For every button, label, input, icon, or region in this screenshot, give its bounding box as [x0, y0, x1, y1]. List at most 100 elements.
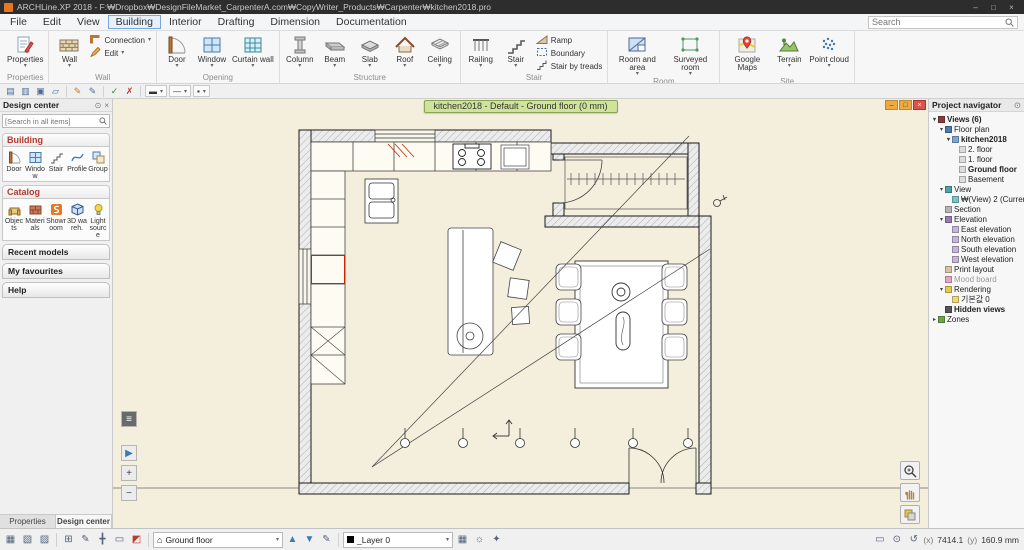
- ribbon-tool-roof[interactable]: Roof ▾: [388, 32, 422, 69]
- tree-item-zones[interactable]: ▸ Zones: [929, 314, 1024, 324]
- pin-icon[interactable]: ⊙: [95, 101, 102, 110]
- ribbon-tool-railing[interactable]: Railing ▾: [464, 32, 498, 69]
- tree-item-basement[interactable]: Basement: [929, 174, 1024, 184]
- pan-hand-button[interactable]: [900, 483, 920, 502]
- my-favourites-button[interactable]: My favourites: [2, 263, 110, 279]
- tree-item-elevation[interactable]: ▾ Elevation: [929, 214, 1024, 224]
- ribbon-tool-column[interactable]: Column ▾: [283, 32, 317, 69]
- dc-item-showroom[interactable]: Showroom: [46, 201, 66, 239]
- tree-item-section[interactable]: Section: [929, 204, 1024, 214]
- blue-pen-icon[interactable]: ✎: [86, 86, 99, 97]
- pen-color-select[interactable]: ▪ ▾: [193, 85, 210, 97]
- recent-models-button[interactable]: Recent models: [2, 244, 110, 260]
- ribbon-tool-curtain-wall[interactable]: Curtain wall ▾: [230, 32, 276, 69]
- tile-two-icon[interactable]: ▧: [20, 532, 35, 547]
- tree-item-1-floor[interactable]: 1. floor: [929, 154, 1024, 164]
- sparkle-icon[interactable]: ✦: [489, 532, 504, 547]
- search-input[interactable]: [872, 17, 1002, 27]
- tree-item-view-2[interactable]: ₩(View) 2 (Current vi: [929, 194, 1024, 204]
- ribbon-tool-edit[interactable]: Edit ▾: [87, 46, 153, 59]
- design-center-search-input[interactable]: [5, 116, 99, 126]
- red-pen-icon[interactable]: ✎: [71, 86, 84, 97]
- tree-item-floor-plan[interactable]: ▾ Floor plan: [929, 124, 1024, 134]
- ucs-icon[interactable]: ◩: [129, 532, 144, 547]
- view-restore-button[interactable]: □: [899, 100, 912, 110]
- menu-edit[interactable]: Edit: [35, 15, 69, 29]
- floor-down-button[interactable]: ▼: [302, 532, 317, 547]
- cancel-icon[interactable]: ✗: [123, 86, 136, 97]
- dc-item-window[interactable]: Window: [25, 149, 45, 180]
- ribbon-tool-slab[interactable]: Slab ▾: [353, 32, 387, 69]
- ribbon-tool-ceiling[interactable]: Ceiling ▾: [423, 32, 457, 69]
- menu-file[interactable]: File: [2, 15, 35, 29]
- help-button[interactable]: Help: [2, 282, 110, 298]
- copy-properties-icon[interactable]: ▱: [49, 86, 62, 97]
- ribbon-tool-google-maps[interactable]: Google Maps: [723, 32, 771, 77]
- tree-item-south-elevation[interactable]: South elevation: [929, 244, 1024, 254]
- zoom-in-button[interactable]: +: [121, 465, 137, 481]
- selection-box-icon[interactable]: ▭: [112, 532, 127, 547]
- ribbon-tool-properties[interactable]: Properties ▾: [5, 32, 45, 69]
- snap-grid-icon[interactable]: ⊞: [61, 532, 76, 547]
- section-building[interactable]: Building: [2, 133, 110, 146]
- view-close-button[interactable]: ×: [913, 100, 926, 110]
- tree-item-north-elevation[interactable]: North elevation: [929, 234, 1024, 244]
- layer-selector[interactable]: _Layer 0 ▾: [343, 531, 453, 548]
- ribbon-tool-ramp[interactable]: Ramp: [534, 34, 605, 46]
- tree-item-print-layout[interactable]: Print layout: [929, 264, 1024, 274]
- maximize-button[interactable]: □: [985, 3, 1002, 12]
- ribbon-tool-terrain[interactable]: Terrain ▾: [772, 32, 806, 69]
- ribbon-tool-room-and-area[interactable]: Room and area ▾: [611, 32, 663, 77]
- dc-item-stair[interactable]: Stair: [46, 149, 66, 180]
- dc-item-objects[interactable]: Objects: [4, 201, 24, 239]
- ribbon-tool-beam[interactable]: Beam ▾: [318, 32, 352, 69]
- ribbon-tool-wall[interactable]: Wall ▾: [52, 32, 86, 69]
- tile-four-icon[interactable]: ▨: [37, 532, 52, 547]
- tree-item-kitchen2018[interactable]: ▾ kitchen2018: [929, 134, 1024, 144]
- sun-icon[interactable]: ☼: [472, 532, 487, 547]
- line-weight-select[interactable]: — ▾: [169, 85, 192, 97]
- tree-item-render-default[interactable]: 기본값 0: [929, 294, 1024, 304]
- menu-dimension[interactable]: Dimension: [262, 15, 328, 29]
- zoom-out-button[interactable]: −: [121, 485, 137, 501]
- tracking-icon[interactable]: ⊙: [889, 532, 904, 547]
- ribbon-tool-stair-by-treads[interactable]: Stair by treads: [534, 60, 605, 72]
- layers-colors-button[interactable]: [900, 505, 920, 524]
- frame-icon[interactable]: ▭: [872, 532, 887, 547]
- line-style-select[interactable]: ▬ ▾: [145, 85, 168, 97]
- ribbon-tool-connection[interactable]: Connection ▾: [87, 34, 153, 46]
- section-catalog[interactable]: Catalog: [2, 185, 110, 198]
- design-center-search[interactable]: [2, 114, 110, 128]
- close-icon[interactable]: ×: [104, 101, 109, 110]
- menu-building[interactable]: Building: [107, 15, 161, 29]
- ribbon-tool-window[interactable]: Window ▾: [195, 32, 229, 69]
- ortho-cross-icon[interactable]: ╋: [95, 532, 110, 547]
- zoom-window-button[interactable]: [900, 461, 920, 480]
- tree-item-east-elevation[interactable]: East elevation: [929, 224, 1024, 234]
- panel-expand-arrow[interactable]: ▶: [121, 445, 137, 461]
- sketch-pen-icon[interactable]: ✎: [78, 532, 93, 547]
- floor-up-button[interactable]: ▲: [285, 532, 300, 547]
- tree-item-2-floor[interactable]: 2. floor: [929, 144, 1024, 154]
- tree-item-rendering[interactable]: ▾ Rendering: [929, 284, 1024, 294]
- new-drawing-icon[interactable]: ▤: [4, 86, 17, 97]
- drawing-canvas[interactable]: kitchen2018 - Default - Ground floor (0 …: [113, 99, 928, 528]
- dc-item-light-source[interactable]: Light source: [88, 201, 108, 239]
- tree-item-ground-floor[interactable]: Ground floor: [929, 164, 1024, 174]
- tab-properties[interactable]: Properties: [0, 515, 56, 528]
- open-project-icon[interactable]: ▥: [19, 86, 32, 97]
- annotate-pen-icon[interactable]: ✎: [319, 532, 334, 547]
- layer-grid-icon[interactable]: ▦: [455, 532, 470, 547]
- canvas-menu-handle[interactable]: ≡: [121, 411, 137, 427]
- tree-item-views[interactable]: ▾ Views (6): [929, 114, 1024, 124]
- menu-drafting[interactable]: Drafting: [210, 15, 263, 29]
- ribbon-tool-boundary[interactable]: Boundary: [534, 47, 605, 59]
- search-field[interactable]: [868, 15, 1018, 29]
- menu-documentation[interactable]: Documentation: [328, 15, 415, 29]
- dc-item-group[interactable]: Group: [88, 149, 108, 180]
- minimize-button[interactable]: –: [967, 3, 984, 12]
- tree-item-west-elevation[interactable]: West elevation: [929, 254, 1024, 264]
- ribbon-tool-surveyed-room[interactable]: Surveyed room ▾: [664, 32, 716, 77]
- menu-view[interactable]: View: [69, 15, 108, 29]
- refresh-icon[interactable]: ↺: [906, 532, 921, 547]
